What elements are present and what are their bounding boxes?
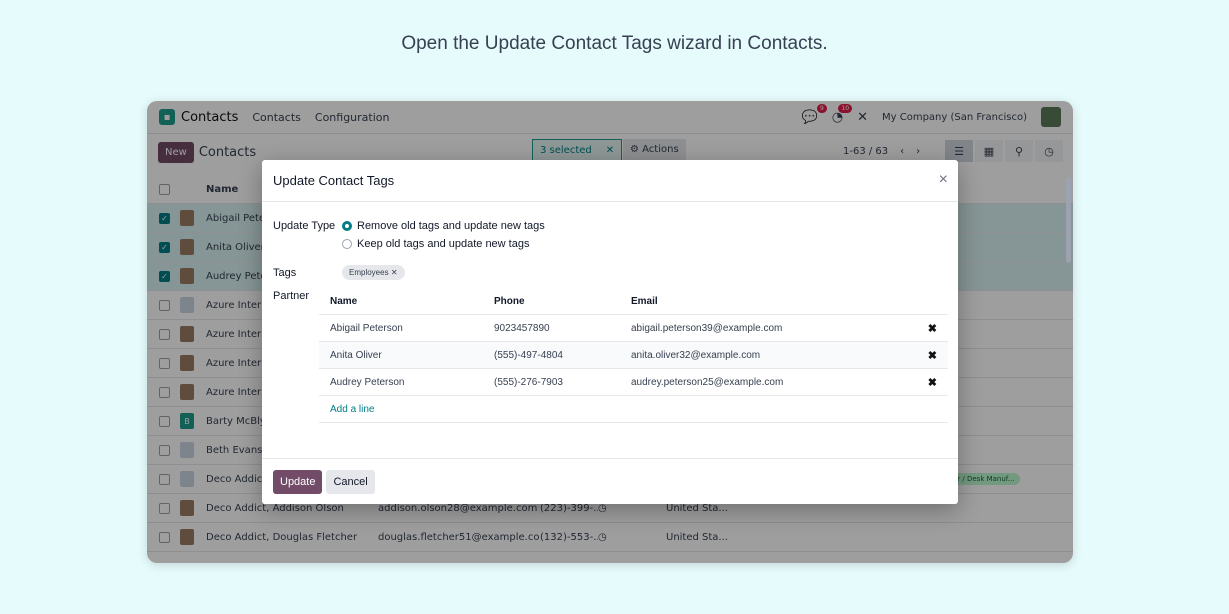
partner-table-header: Name Phone Email — [319, 288, 948, 315]
update-contact-tags-dialog: Update Contact Tags × Update Type Remove… — [262, 160, 958, 504]
partner-name: Abigail Peterson — [330, 322, 403, 334]
dialog-footer: Update Cancel — [262, 458, 958, 504]
partner-email: anita.oliver32@example.com — [631, 349, 761, 361]
partner-table: Name Phone Email Abigail Peterson 902345… — [319, 288, 948, 423]
update-button[interactable]: Update — [273, 469, 323, 494]
partner-email: audrey.peterson25@example.com — [631, 376, 784, 388]
partner-row[interactable]: Audrey Peterson (555)-276-7903 audrey.pe… — [319, 369, 948, 396]
list-scrollbar[interactable] — [1066, 177, 1071, 263]
partner-name: Anita Oliver — [330, 349, 382, 361]
add-line-row: Add a line — [319, 396, 948, 423]
tag-employees[interactable]: Employees ✕ — [342, 265, 405, 280]
delete-row-icon[interactable]: ✖ — [928, 322, 937, 335]
delete-row-icon[interactable]: ✖ — [928, 349, 937, 362]
radio-label: Remove old tags and update new tags — [357, 220, 545, 232]
column-phone[interactable]: Phone — [494, 296, 631, 307]
radio-remove-old-tags[interactable]: Remove old tags and update new tags — [342, 220, 545, 232]
close-icon[interactable]: × — [939, 171, 948, 189]
partner-phone: (555)-497-4804 — [494, 349, 563, 361]
radio-button[interactable] — [342, 239, 352, 249]
column-email[interactable]: Email — [631, 296, 881, 307]
update-type-label: Update Type — [273, 220, 336, 232]
tags-label: Tags — [273, 267, 297, 279]
radio-label: Keep old tags and update new tags — [357, 238, 530, 250]
cancel-button[interactable]: Cancel — [326, 469, 375, 494]
delete-row-icon[interactable]: ✖ — [928, 376, 937, 389]
tag-label: Employees — [349, 268, 389, 277]
page-caption: Open the Update Contact Tags wizard in C… — [401, 33, 828, 54]
partner-email: abigail.peterson39@example.com — [631, 322, 783, 334]
radio-keep-old-tags[interactable]: Keep old tags and update new tags — [342, 238, 529, 250]
partner-phone: (555)-276-7903 — [494, 376, 563, 388]
tag-remove-icon[interactable]: ✕ — [391, 268, 398, 277]
partner-row[interactable]: Abigail Peterson 9023457890 abigail.pete… — [319, 315, 948, 342]
partner-name: Audrey Peterson — [330, 376, 405, 388]
partner-phone: 9023457890 — [494, 322, 550, 334]
column-name[interactable]: Name — [330, 296, 494, 307]
radio-button-checked[interactable] — [342, 221, 352, 231]
partner-label: Partner — [273, 290, 310, 302]
partner-row[interactable]: Anita Oliver (555)-497-4804 anita.oliver… — [319, 342, 948, 369]
dialog-title: Update Contact Tags — [273, 173, 395, 188]
dialog-header: Update Contact Tags × — [262, 160, 958, 202]
add-a-line-link[interactable]: Add a line — [330, 404, 374, 415]
